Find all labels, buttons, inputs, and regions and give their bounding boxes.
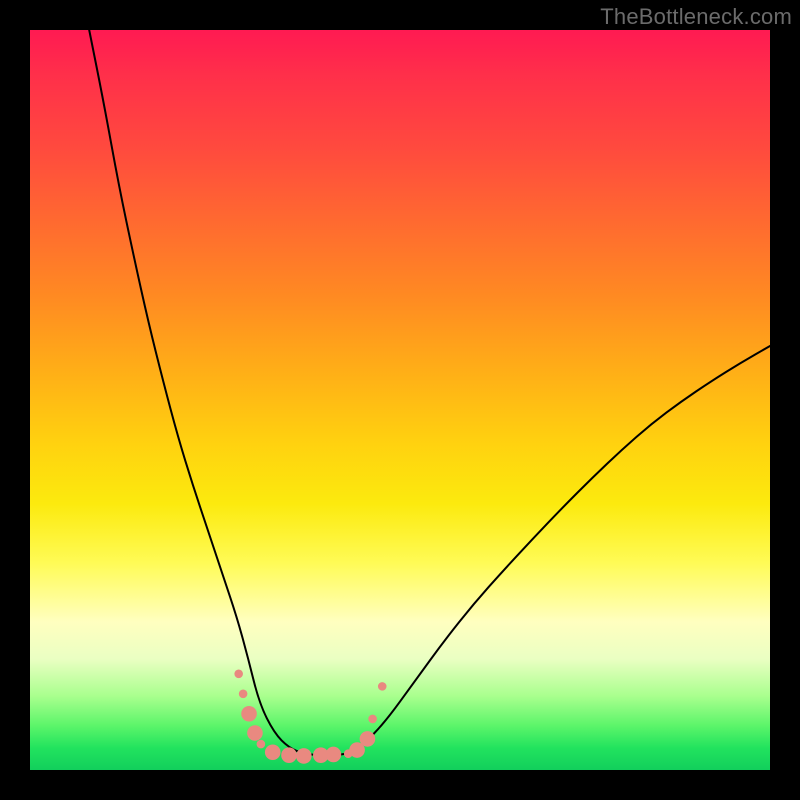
marker-dot (326, 747, 342, 763)
marker-dot (281, 747, 297, 763)
marker-dot (360, 731, 376, 747)
marker-dot (296, 748, 312, 764)
curve-path (89, 30, 770, 755)
highlighted-points (234, 670, 386, 764)
marker-dot (234, 670, 243, 679)
outer-frame: TheBottleneck.com (0, 0, 800, 800)
marker-dot (247, 725, 263, 741)
marker-dot (257, 740, 266, 749)
bottleneck-curve (89, 30, 770, 755)
marker-dot (239, 689, 248, 698)
chart-svg (30, 30, 770, 770)
marker-dot (241, 706, 257, 722)
watermark-text: TheBottleneck.com (600, 4, 792, 30)
marker-dot (378, 682, 387, 691)
marker-dot (265, 744, 281, 760)
marker-dot (368, 715, 377, 724)
